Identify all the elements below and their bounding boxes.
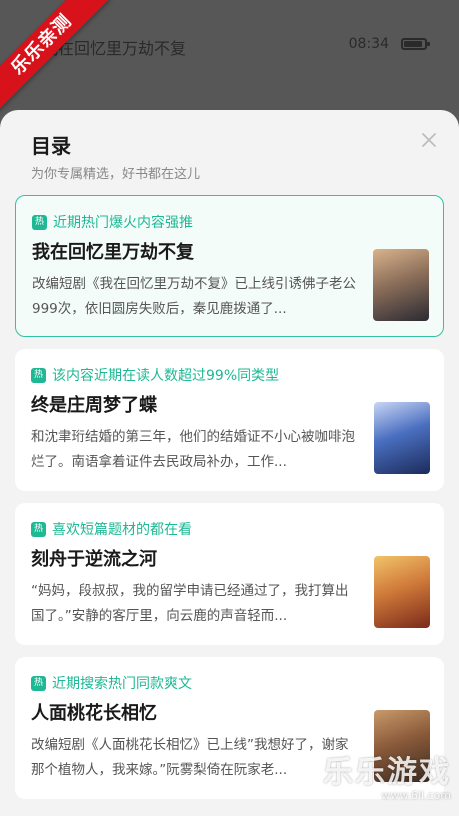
sheet-subtitle: 为你专属精选，好书都在这儿 (31, 167, 201, 182)
corner-ribbon: 乐乐亲测 (0, 0, 120, 120)
ribbon-label: 乐乐亲测 (0, 0, 110, 113)
book-title: 我在回忆里万劫不复 (32, 242, 194, 263)
card-tag: 热 近期热门爆火内容强推 (32, 212, 193, 232)
hot-badge-icon: 热 (31, 675, 46, 691)
book-cover (373, 249, 429, 321)
hot-badge-icon: 热 (31, 521, 46, 537)
book-cover (374, 402, 430, 474)
tag-text: 喜欢短篇题材的都在看 (52, 522, 192, 538)
card-tag: 热 近期搜索热门同款爽文 (31, 673, 192, 693)
catalog-sheet: 目录 为你专属精选，好书都在这儿 热 近期热门爆火内容强推 我在回忆里万劫不复 … (0, 110, 459, 816)
watermark-text: 乐乐游戏 (323, 755, 451, 790)
book-card[interactable]: 热 近期热门爆火内容强推 我在回忆里万劫不复 改编短剧《我在回忆里万劫不复》已上… (15, 195, 444, 337)
card-tag: 热 该内容近期在读人数超过99%同类型 (31, 365, 279, 385)
book-cover (374, 556, 430, 628)
book-title: 人面桃花长相忆 (31, 703, 157, 724)
book-description: “妈妈，段叔叔，我的留学申请已经通过了，我打算出国了。”安静的客厅里，向云鹿的声… (31, 583, 349, 624)
book-description: 改编短剧《我在回忆里万劫不复》已上线引诱佛子老公999次，依旧圆房失败后，秦见鹿… (32, 276, 356, 317)
card-tag: 热 喜欢短篇题材的都在看 (31, 519, 192, 539)
sheet-title: 目录 (31, 134, 71, 158)
book-card[interactable]: 热 该内容近期在读人数超过99%同类型 终是庄周梦了蝶 和沈聿珩结婚的第三年，他… (15, 349, 444, 491)
book-description: 改编短剧《人面桃花长相忆》已上线”我想好了，谢家那个植物人，我来嫁。”阮雾梨倚在… (31, 737, 349, 778)
book-title: 刻舟于逆流之河 (31, 549, 157, 570)
hot-badge-icon: 热 (32, 214, 47, 230)
reader-time: 08:34 (348, 36, 389, 52)
book-card[interactable]: 热 喜欢短篇题材的都在看 刻舟于逆流之河 “妈妈，段叔叔，我的留学申请已经通过了… (15, 503, 444, 645)
book-title: 终是庄周梦了蝶 (31, 395, 157, 416)
book-description: 和沈聿珩结婚的第三年，他们的结婚证不小心被咖啡泡烂了。南语拿着证件去民政局补办，… (31, 429, 355, 470)
hot-badge-icon: 热 (31, 367, 46, 383)
tag-text: 近期搜索热门同款爽文 (52, 676, 192, 692)
watermark-logo: 乐乐游戏 www.6ll.com (323, 747, 451, 802)
close-button[interactable] (419, 130, 439, 150)
tag-text: 该内容近期在读人数超过99%同类型 (52, 368, 280, 384)
close-icon (422, 133, 436, 147)
battery-icon (401, 38, 430, 50)
tag-text: 近期热门爆火内容强推 (53, 215, 193, 231)
